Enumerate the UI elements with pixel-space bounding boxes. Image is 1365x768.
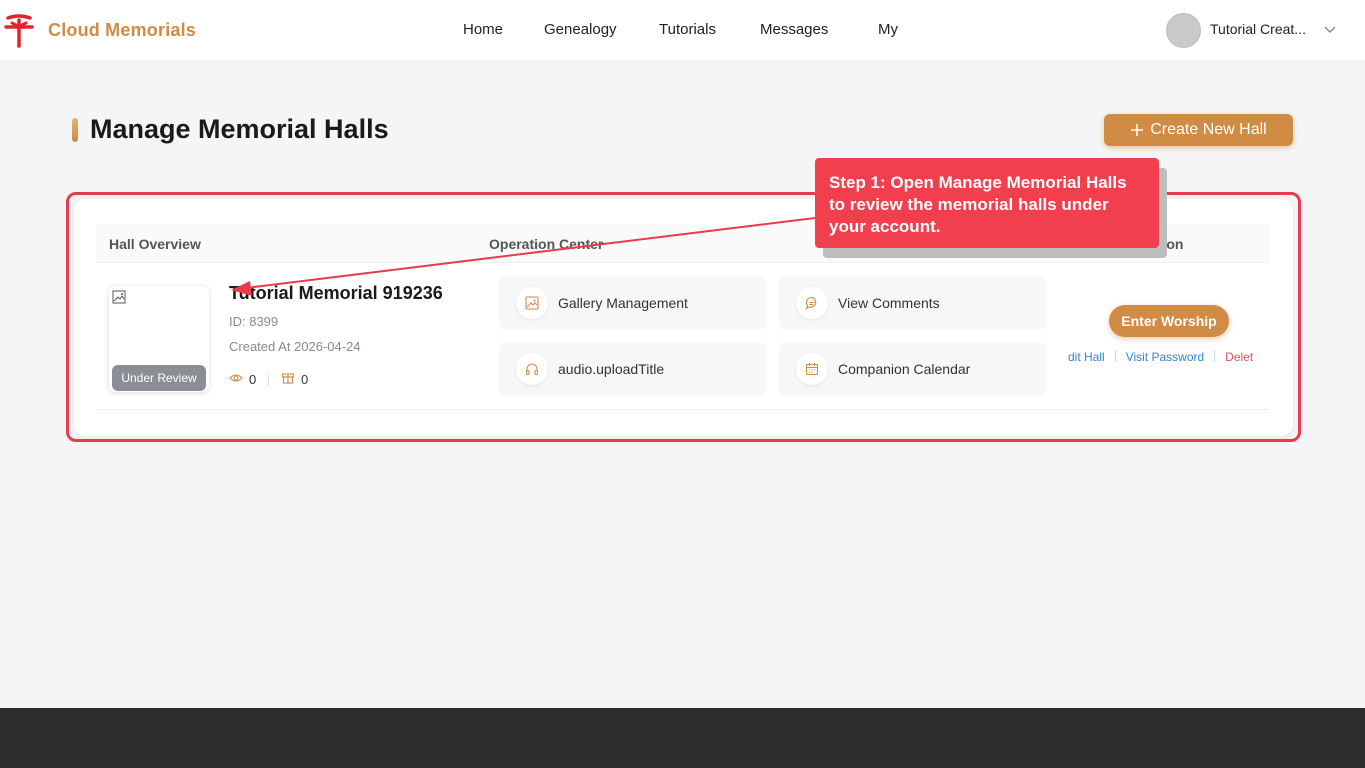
plus-icon [1131, 124, 1144, 136]
footer [0, 708, 1365, 768]
user-name[interactable]: Tutorial Creat... [1210, 21, 1316, 37]
brand-name[interactable]: Cloud Memorials [48, 20, 196, 41]
top-navigation-bar: Cloud Memorials Home Genealogy Tutorials… [0, 0, 1365, 60]
create-new-hall-button[interactable]: Create New Hall [1104, 114, 1293, 146]
tutorial-callout: Step 1: Open Manage Memorial Halls to re… [815, 158, 1159, 248]
chevron-down-icon[interactable] [1323, 22, 1337, 36]
nav-genealogy[interactable]: Genealogy [544, 21, 617, 38]
nav-my[interactable]: My [878, 21, 898, 38]
nav-messages[interactable]: Messages [760, 21, 828, 38]
avatar[interactable] [1166, 13, 1201, 48]
nav-tutorials[interactable]: Tutorials [659, 21, 716, 38]
create-new-hall-label: Create New Hall [1150, 121, 1267, 138]
nav-home[interactable]: Home [463, 21, 503, 38]
title-accent-bar [72, 118, 78, 142]
logo-icon [4, 14, 34, 48]
page-title: Manage Memorial Halls [90, 114, 389, 144]
